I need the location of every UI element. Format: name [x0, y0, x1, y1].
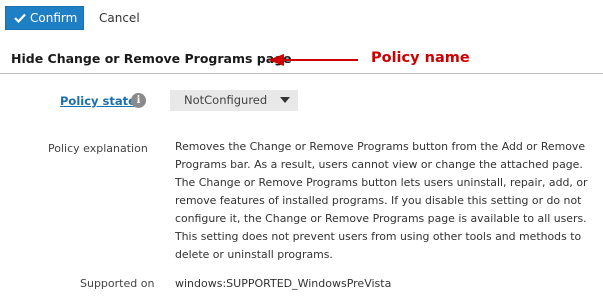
- annotation-label: Policy name: [371, 50, 470, 66]
- chevron-down-icon: [280, 97, 290, 103]
- explanation-line: This setting does not prevent users from…: [175, 230, 582, 243]
- annotation-arrow-icon: [268, 54, 358, 66]
- explanation-line: Removes the Change or Remove Programs bu…: [175, 140, 586, 153]
- divider: [0, 73, 603, 74]
- policy-state-link[interactable]: Policy state: [60, 94, 136, 108]
- explanation-line: Programs bar. As a result, users cannot …: [175, 158, 583, 171]
- explanation-label: Policy explanation: [48, 142, 148, 155]
- explanation-text: Removes the Change or Remove Programs bu…: [175, 138, 600, 264]
- confirm-button-label: Confirm: [30, 11, 78, 25]
- supported-on-value: windows:SUPPORTED_WindowsPreVista: [175, 277, 392, 290]
- info-icon[interactable]: i: [131, 93, 146, 108]
- check-icon: [14, 13, 26, 23]
- cancel-button[interactable]: Cancel: [99, 6, 140, 30]
- policy-state-dropdown[interactable]: NotConfigured: [170, 90, 298, 111]
- confirm-button[interactable]: Confirm: [5, 6, 84, 30]
- policy-state-value: NotConfigured: [184, 93, 268, 107]
- policy-title: Hide Change or Remove Programs page: [11, 51, 292, 66]
- explanation-line: The Change or Remove Programs button let…: [175, 176, 588, 189]
- supported-on-label: Supported on: [80, 277, 155, 290]
- explanation-line: remove features of installed programs. I…: [175, 194, 582, 207]
- explanation-line: configure it, the Change or Remove Progr…: [175, 212, 587, 225]
- explanation-line: delete or uninstall programs.: [175, 248, 333, 261]
